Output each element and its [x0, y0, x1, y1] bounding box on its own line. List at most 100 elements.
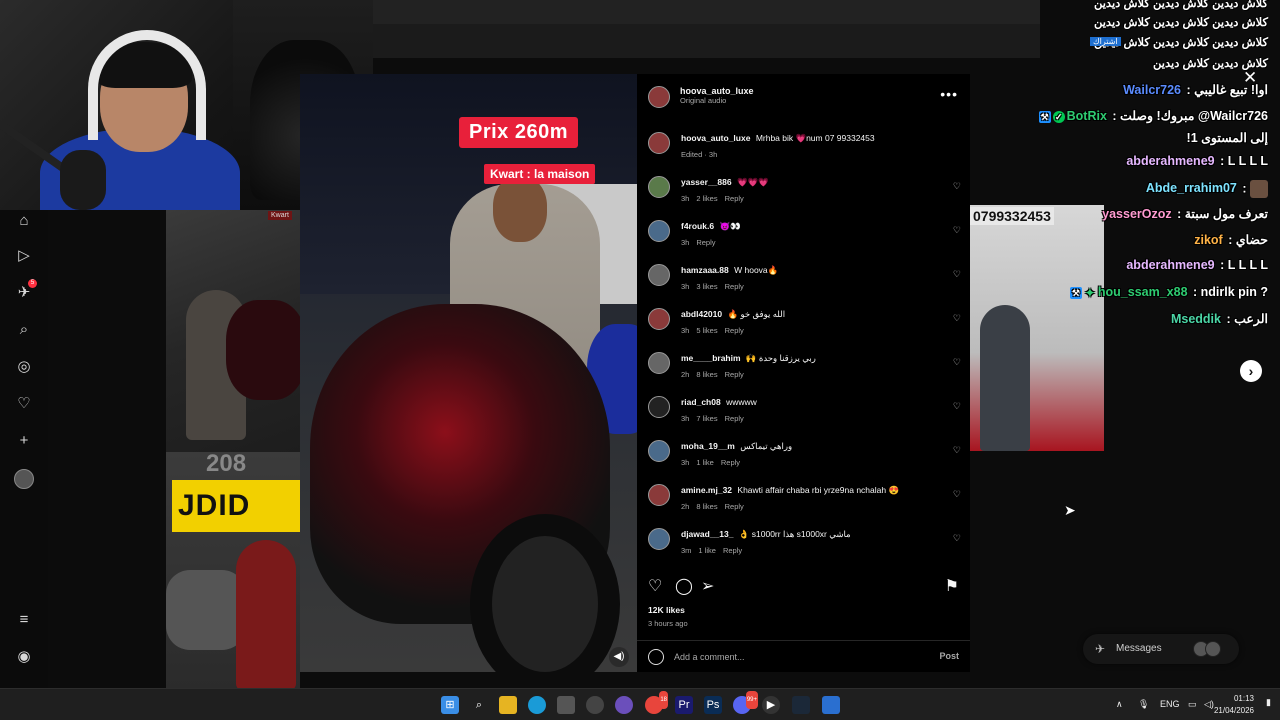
start-icon[interactable]: ⊞	[441, 696, 459, 714]
search-icon[interactable]: ⌕	[14, 319, 34, 339]
photoshop-icon[interactable]: Ps	[704, 696, 722, 714]
commenter-avatar[interactable]	[648, 352, 670, 374]
comment-username[interactable]: moha_19__m	[681, 441, 735, 451]
commenter-avatar[interactable]	[648, 176, 670, 198]
author-avatar[interactable]	[648, 86, 670, 108]
commenter-avatar[interactable]	[648, 220, 670, 242]
comment-username[interactable]: yasser__886	[681, 177, 732, 187]
comment-username[interactable]: f4rouk.6	[681, 221, 714, 231]
share-icon[interactable]: ➢	[701, 576, 714, 596]
profile-avatar[interactable]	[14, 469, 34, 489]
media-player-icon[interactable]: ▶	[762, 696, 780, 714]
comment-like-icon[interactable]: ♡	[953, 269, 961, 280]
explore-icon[interactable]: ◎	[14, 356, 34, 376]
chat-username[interactable]: BotRix	[1067, 109, 1107, 123]
chat-username[interactable]: Mseddik	[1171, 312, 1221, 326]
comment-likes[interactable]: 3 likes	[696, 282, 717, 291]
comment-username[interactable]: hamzaaa.88	[681, 265, 729, 275]
commenter-avatar[interactable]	[648, 528, 670, 550]
file-explorer-icon[interactable]	[499, 696, 517, 714]
discord-icon[interactable]: 99+	[733, 691, 758, 714]
comment-like-icon[interactable]: ♡	[953, 225, 961, 236]
comment-likes[interactable]: 1 like	[696, 458, 714, 467]
create-icon[interactable]: +	[14, 430, 34, 450]
comment-like-icon[interactable]: ♡	[953, 401, 961, 412]
chat-username[interactable]: Wailcr726	[1123, 83, 1181, 97]
chat-username[interactable]: hou_ssam_x88	[1098, 285, 1188, 299]
commenter-avatar[interactable]	[648, 440, 670, 462]
audio-label[interactable]: Original audio	[680, 96, 754, 105]
comment-username[interactable]: djawad__13_	[681, 529, 733, 539]
reply-button[interactable]: Reply	[723, 546, 742, 555]
comment-likes[interactable]: 2 likes	[696, 194, 717, 203]
commenter-avatar[interactable]	[648, 308, 670, 330]
menu-icon[interactable]: ≡	[14, 609, 34, 629]
messenger-icon[interactable]	[615, 696, 633, 714]
reel-tile[interactable]	[166, 210, 300, 452]
comment-username[interactable]: riad_ch08	[681, 397, 721, 407]
home-icon[interactable]: ⌂	[14, 210, 34, 230]
comment-username[interactable]: abdl42010	[681, 309, 722, 319]
commenter-avatar[interactable]	[648, 484, 670, 506]
reply-button[interactable]: Reply	[725, 414, 744, 423]
reels-icon[interactable]: ▷	[14, 245, 34, 265]
background-reels-grid[interactable]: 208 JDID	[166, 210, 300, 688]
chat-username[interactable]: abderahmene9	[1126, 154, 1214, 168]
comment-likes[interactable]: 8 likes	[696, 502, 717, 511]
comment-like-icon[interactable]: ♡	[953, 357, 961, 368]
app-icon[interactable]	[586, 696, 604, 714]
comment-like-icon[interactable]: ♡	[953, 181, 961, 192]
comment-icon[interactable]: ◯	[675, 576, 693, 596]
post-media[interactable]: Prix 260m Kwart : la maison	[300, 74, 637, 672]
author-avatar[interactable]	[648, 132, 670, 154]
mute-icon[interactable]: ◀)	[609, 647, 629, 667]
author-username[interactable]: hoova_auto_luxe	[680, 86, 754, 96]
reply-button[interactable]: Reply	[721, 458, 740, 467]
chat-username[interactable]: Abde_rrahim07	[1146, 181, 1237, 195]
comment-like-icon[interactable]: ♡	[953, 313, 961, 324]
comment-likes[interactable]: 7 likes	[696, 414, 717, 423]
emoji-icon[interactable]	[648, 649, 664, 665]
commenter-avatar[interactable]	[648, 396, 670, 418]
volume-icon[interactable]: ◁)	[1204, 699, 1214, 710]
commenter-avatar[interactable]	[648, 264, 670, 286]
microphone-icon[interactable]: 🎙	[1138, 699, 1149, 710]
more-options-icon[interactable]: •••	[940, 86, 958, 102]
likes-count[interactable]: 12K likes	[648, 605, 685, 615]
threads-icon[interactable]: ◉	[14, 646, 34, 666]
notifications-icon[interactable]: ▮	[1266, 697, 1271, 708]
chrome-icon[interactable]: 18	[645, 691, 668, 714]
like-icon[interactable]: ♡	[648, 576, 662, 596]
store-icon[interactable]	[557, 696, 575, 714]
network-icon[interactable]: ▭	[1188, 699, 1197, 710]
reply-button[interactable]: Reply	[725, 282, 744, 291]
next-post-button[interactable]: ›	[1240, 360, 1262, 382]
post-comment-button[interactable]: Post	[939, 651, 959, 661]
heart-icon[interactable]: ♡	[14, 393, 34, 413]
chat-username[interactable]: zikof	[1194, 233, 1222, 247]
comment-likes[interactable]: 8 likes	[696, 370, 717, 379]
language-indicator[interactable]: ENG	[1160, 699, 1180, 709]
search-icon[interactable]: ⌕	[470, 696, 488, 714]
comment-like-icon[interactable]: ♡	[953, 489, 961, 500]
reply-button[interactable]: Reply	[725, 194, 744, 203]
comment-username[interactable]: amine.mj_32	[681, 485, 732, 495]
add-comment-input[interactable]	[674, 648, 914, 666]
reply-button[interactable]: Reply	[725, 326, 744, 335]
edge-icon[interactable]	[528, 696, 546, 714]
system-clock[interactable]: 01:13 21/04/2026	[1214, 693, 1254, 717]
chat-username[interactable]: yasserOzoz	[1102, 207, 1171, 221]
comment-like-icon[interactable]: ♡	[953, 445, 961, 456]
reply-button[interactable]: Reply	[696, 238, 715, 247]
premiere-icon[interactable]: Pr	[675, 696, 693, 714]
send-icon[interactable]: ✈ 5	[14, 279, 37, 302]
steam-icon[interactable]	[792, 696, 810, 714]
reply-button[interactable]: Reply	[725, 502, 744, 511]
messages-button[interactable]: ✈ Messages	[1083, 634, 1239, 664]
comment-like-icon[interactable]: ♡	[953, 533, 961, 544]
remote-desktop-icon[interactable]	[822, 696, 840, 714]
chat-username[interactable]: abderahmene9	[1126, 258, 1214, 272]
caption-username[interactable]: hoova_auto_luxe	[681, 133, 750, 143]
tray-chevron-icon[interactable]: ∧	[1116, 699, 1123, 710]
save-icon[interactable]: ⚑	[945, 576, 959, 596]
